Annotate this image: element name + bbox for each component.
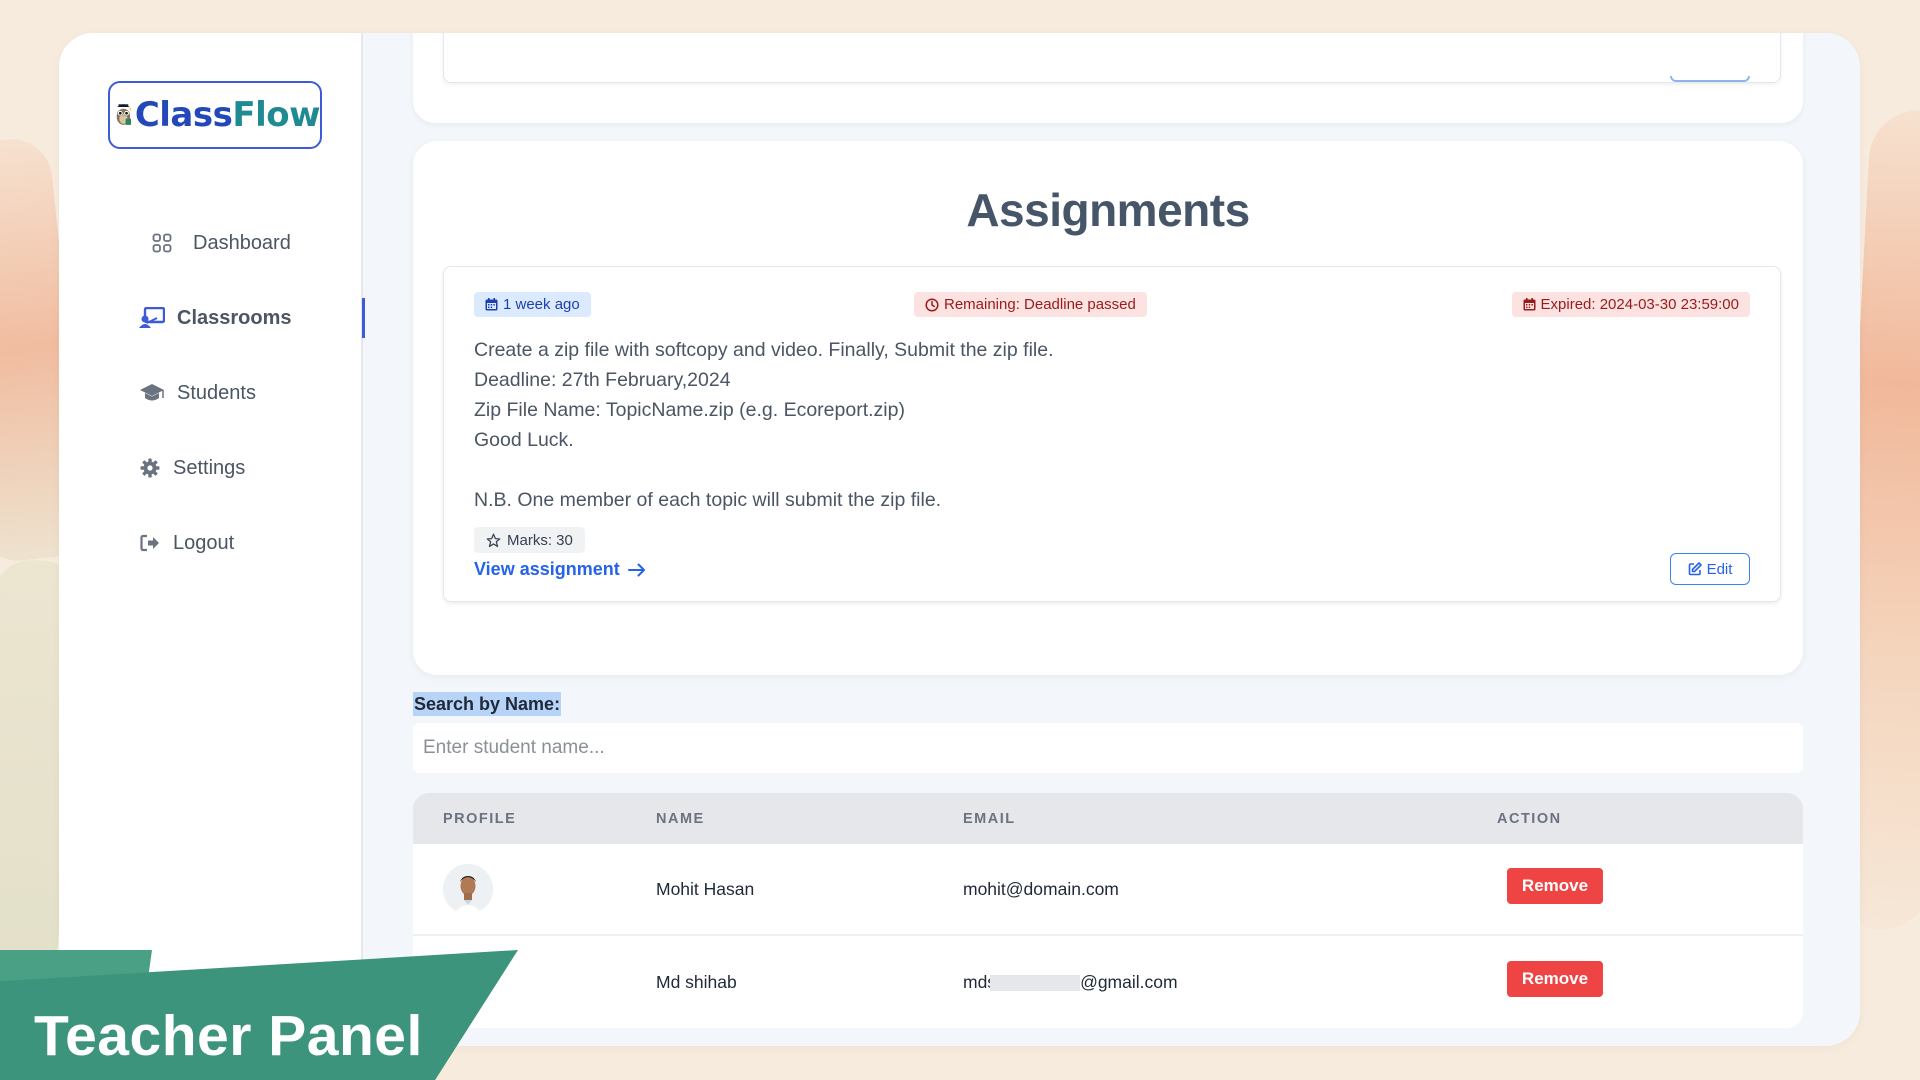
posted-text: 1 week ago bbox=[503, 296, 580, 313]
main-content: Assignments 1 week ago Remaining: Deadli… bbox=[363, 33, 1860, 1046]
sidebar-item-students[interactable]: Students bbox=[107, 373, 363, 413]
previous-card bbox=[413, 33, 1803, 123]
arrow-right-icon bbox=[627, 563, 645, 576]
email-redaction bbox=[990, 974, 1081, 991]
assignments-title: Assignments bbox=[966, 184, 1250, 236]
classroom-icon bbox=[139, 307, 165, 329]
students-table: PROFILE NAME EMAIL ACTION Mohit Hasan mo… bbox=[413, 793, 1803, 1028]
assignment-description: Create a zip file with softcopy and vide… bbox=[474, 335, 1054, 515]
sidebar: ClassFlow Dashboard Classrooms Students bbox=[59, 33, 365, 1046]
calendar-icon bbox=[1523, 298, 1536, 311]
previous-card-item bbox=[443, 33, 1781, 83]
logout-icon bbox=[139, 534, 161, 552]
student-email: mohit@domain.com bbox=[963, 878, 1119, 899]
marks-badge: Marks: 30 bbox=[474, 527, 585, 553]
graduation-cap-icon bbox=[139, 383, 165, 403]
sidebar-item-classrooms[interactable]: Classrooms bbox=[107, 298, 365, 338]
banner-text: Teacher Panel bbox=[34, 1004, 423, 1068]
student-search-input[interactable] bbox=[413, 723, 1803, 773]
description-line: Create a zip file with softcopy and vide… bbox=[474, 339, 1054, 361]
view-assignment-label: View assignment bbox=[474, 559, 620, 579]
sidebar-item-label: Classrooms bbox=[177, 306, 292, 329]
view-assignment-link[interactable]: View assignment bbox=[474, 559, 646, 580]
posted-badge: 1 week ago bbox=[474, 292, 591, 317]
sidebar-item-label: Students bbox=[177, 381, 256, 404]
table-header: PROFILE NAME EMAIL ACTION bbox=[413, 793, 1803, 844]
expired-text: Expired: 2024-03-30 23:59:00 bbox=[1540, 296, 1739, 313]
remove-student-button[interactable]: Remove bbox=[1507, 868, 1603, 904]
previous-edit-button[interactable] bbox=[1670, 76, 1750, 82]
student-name: Md shihab bbox=[656, 971, 737, 992]
edit-label: Edit bbox=[1706, 560, 1733, 578]
sidebar-item-dashboard[interactable]: Dashboard bbox=[107, 223, 363, 263]
sidebar-item-label: Dashboard bbox=[193, 231, 291, 254]
remove-student-button[interactable]: Remove bbox=[1507, 961, 1603, 997]
sidebar-item-label: Settings bbox=[173, 456, 246, 479]
header-email: EMAIL bbox=[963, 810, 1016, 827]
profile-cell bbox=[413, 864, 656, 914]
grid-icon bbox=[149, 233, 175, 253]
header-action: ACTION bbox=[1497, 810, 1562, 827]
clock-icon bbox=[925, 297, 939, 312]
student-name: Mohit Hasan bbox=[656, 878, 755, 899]
expired-badge: Expired: 2024-03-30 23:59:00 bbox=[1511, 292, 1750, 317]
assignments-card: Assignments 1 week ago Remaining: Deadli… bbox=[413, 141, 1803, 675]
owl-mascot-icon bbox=[116, 104, 132, 125]
header-name: NAME bbox=[656, 810, 705, 827]
star-icon bbox=[486, 533, 501, 547]
classflow-logo[interactable]: ClassFlow bbox=[108, 81, 322, 149]
calendar-icon bbox=[485, 298, 498, 311]
sidebar-item-logout[interactable]: Logout bbox=[107, 523, 363, 563]
email-suffix: @gmail.com bbox=[1080, 971, 1178, 992]
search-label: Search by Name: bbox=[413, 692, 562, 716]
remaining-badge: Remaining: Deadline passed bbox=[914, 292, 1147, 317]
table-row: Md shihab mds @gmail.com Remove bbox=[413, 936, 1803, 1028]
assignment-item: 1 week ago Remaining: Deadline passed Ex… bbox=[443, 266, 1781, 602]
description-line: Good Luck. bbox=[474, 429, 574, 451]
logo-text: ClassFlow bbox=[134, 95, 321, 135]
description-line: Zip File Name: TopicName.zip (e.g. Ecore… bbox=[474, 399, 905, 421]
action-cell: Remove bbox=[1497, 868, 1803, 904]
sidebar-item-label: Logout bbox=[173, 531, 235, 554]
sidebar-nav: Dashboard Classrooms Students Settings L… bbox=[107, 223, 365, 598]
description-line: Deadline: 27th February,2024 bbox=[474, 369, 731, 391]
header-profile: PROFILE bbox=[443, 810, 517, 827]
remaining-text: Remaining: Deadline passed bbox=[944, 296, 1136, 313]
student-email: mds @gmail.com bbox=[963, 972, 1497, 993]
gear-icon bbox=[139, 458, 161, 478]
marks-text: Marks: 30 bbox=[507, 531, 573, 549]
edit-icon bbox=[1688, 562, 1702, 576]
description-line: N.B. One member of each topic will submi… bbox=[474, 489, 942, 511]
description-line bbox=[474, 455, 1054, 485]
avatar bbox=[443, 864, 493, 914]
edit-assignment-button[interactable]: Edit bbox=[1670, 553, 1750, 585]
action-cell: Remove bbox=[1497, 961, 1803, 997]
app-window: ClassFlow Dashboard Classrooms Students bbox=[59, 33, 1860, 1046]
table-row: Mohit Hasan mohit@domain.com Remove bbox=[413, 844, 1803, 936]
sidebar-item-settings[interactable]: Settings bbox=[107, 448, 363, 488]
